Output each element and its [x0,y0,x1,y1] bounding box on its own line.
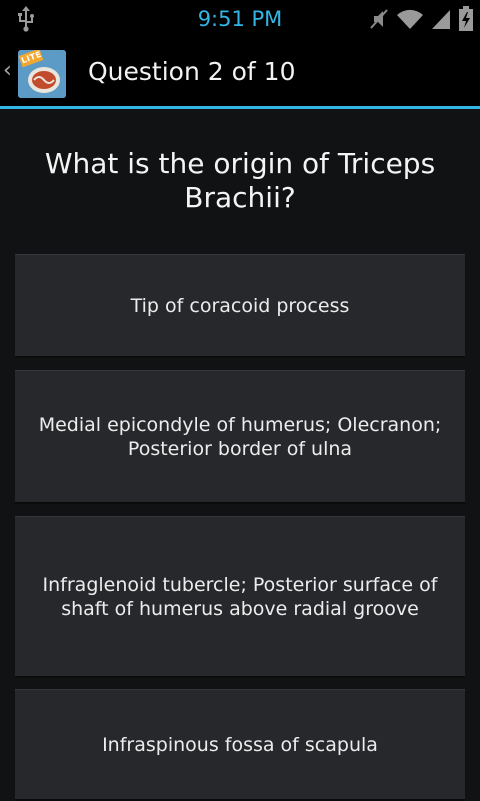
answer-option-1[interactable]: Tip of coracoid process [15,254,465,358]
system-icons [368,5,474,33]
answer-option-4[interactable]: Infraspinous fossa of scapula [15,689,465,801]
action-bar: ‹ LITE Question 2 of 10 [0,38,480,109]
status-bar: 9:51 PM [0,0,480,38]
question-text: What is the origin of Triceps Brachii? [44,147,436,214]
app-icon[interactable]: LITE [18,50,66,98]
battery-charging-icon [459,6,473,31]
answer-option-label: Medial epicondyle of humerus; Olecranon;… [38,413,442,460]
answer-option-2[interactable]: Medial epicondyle of humerus; Olecranon;… [15,370,465,504]
up-navigation-caret-icon[interactable]: ‹ [3,60,12,82]
answer-option-3[interactable]: Infraglenoid tubercle; Posterior surface… [15,516,465,678]
answer-option-label: Infraspinous fossa of scapula [102,733,378,756]
quiz-content: What is the origin of Triceps Brachii? T… [0,109,480,801]
signal-icon [432,10,450,29]
wifi-icon [397,9,423,29]
mute-icon [370,9,388,29]
answer-option-label: Tip of coracoid process [130,294,350,317]
answer-option-label: Infraglenoid tubercle; Posterior surface… [42,573,438,620]
page-title: Question 2 of 10 [88,57,296,86]
